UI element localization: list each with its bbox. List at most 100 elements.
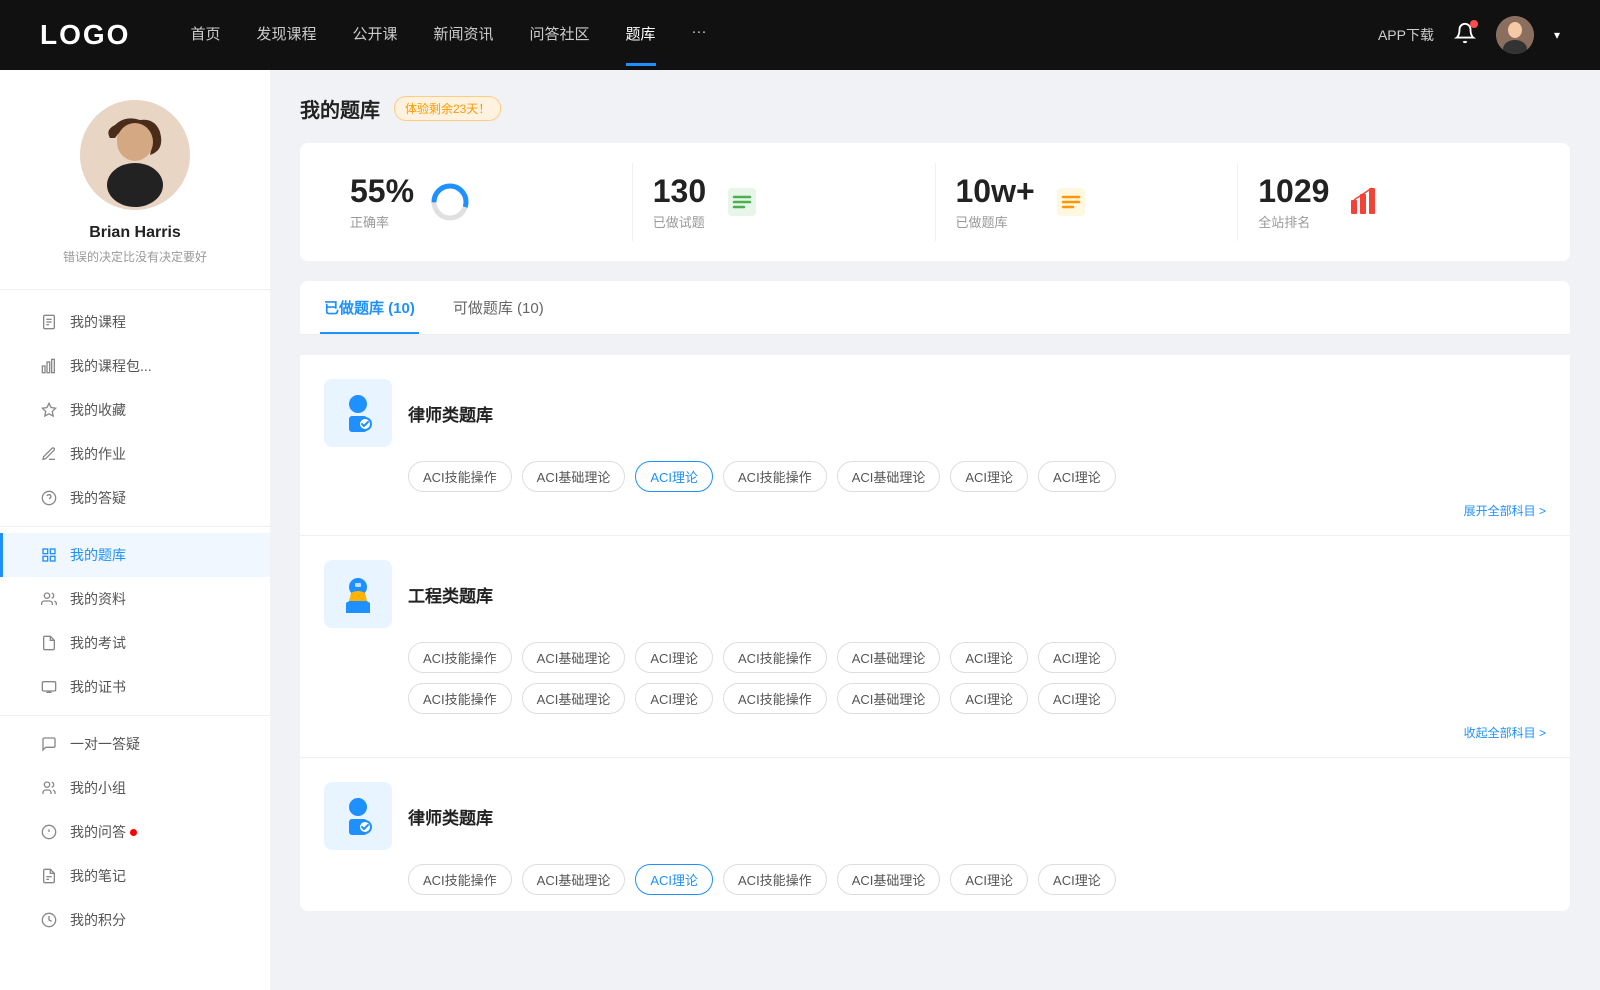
qbank-tag[interactable]: ACI技能操作 bbox=[408, 683, 512, 714]
bar-chart-icon bbox=[40, 357, 58, 375]
nav-opencourse[interactable]: 公开课 bbox=[352, 23, 397, 48]
list-orange-icon bbox=[1051, 182, 1091, 222]
certificate-icon bbox=[40, 678, 58, 696]
page-header: 我的题库 体验剩余23天！ bbox=[300, 94, 1570, 123]
sidebar-label: 我的课程包... bbox=[70, 356, 152, 376]
qbank-tag-active[interactable]: ACI理论 bbox=[635, 864, 713, 895]
sidebar-profile: Brian Harris 错误的决定比没有决定要好 bbox=[0, 100, 270, 290]
collapse-button-2[interactable]: 收起全部科目 > bbox=[1464, 724, 1546, 741]
sidebar-item-1on1[interactable]: 一对一答疑 bbox=[0, 722, 270, 766]
sidebar-item-profile[interactable]: 我的资料 bbox=[0, 577, 270, 621]
sidebar-label: 我的作业 bbox=[70, 444, 126, 464]
qbank-tags-2b: ACI技能操作 ACI基础理论 ACI理论 ACI技能操作 ACI基础理论 AC… bbox=[324, 683, 1546, 714]
qbank-tag[interactable]: ACI基础理论 bbox=[837, 642, 941, 673]
qbank-tag[interactable]: ACI技能操作 bbox=[408, 864, 512, 895]
sidebar-item-notes[interactable]: 我的笔记 bbox=[0, 854, 270, 898]
stat-done-banks: 10w+ 已做题库 bbox=[936, 163, 1239, 241]
stat-label-done-b: 已做题库 bbox=[956, 212, 1035, 231]
sidebar-item-qbank[interactable]: 我的题库 bbox=[0, 533, 270, 577]
user-avatar bbox=[80, 100, 190, 210]
qbank-tag[interactable]: ACI理论 bbox=[950, 864, 1028, 895]
qbank-tag[interactable]: ACI技能操作 bbox=[723, 642, 827, 673]
qbank-tag[interactable]: ACI基础理论 bbox=[522, 642, 626, 673]
qbank-footer-2: 收起全部科目 > bbox=[324, 724, 1546, 741]
star-icon bbox=[40, 401, 58, 419]
sidebar-label: 我的资料 bbox=[70, 589, 126, 609]
sidebar-label: 我的考试 bbox=[70, 633, 126, 653]
user-avatar-nav[interactable] bbox=[1496, 16, 1534, 54]
qbank-tag[interactable]: ACI技能操作 bbox=[723, 461, 827, 492]
sidebar-item-favorites[interactable]: 我的收藏 bbox=[0, 388, 270, 432]
qbank-tag[interactable]: ACI技能操作 bbox=[408, 642, 512, 673]
user-group-icon bbox=[40, 590, 58, 608]
qbank-tag[interactable]: ACI理论 bbox=[1038, 642, 1116, 673]
stat-label-accuracy: 正确率 bbox=[350, 212, 414, 231]
qbank-tag[interactable]: ACI基础理论 bbox=[837, 461, 941, 492]
qbank-tag[interactable]: ACI理论 bbox=[635, 642, 713, 673]
qbank-tag[interactable]: ACI技能操作 bbox=[723, 864, 827, 895]
nav-news[interactable]: 新闻资讯 bbox=[434, 23, 494, 48]
stat-done-questions: 130 已做试题 bbox=[633, 163, 936, 241]
sidebar-divider-2 bbox=[0, 715, 270, 716]
tab-available-banks[interactable]: 可做题库 (10) bbox=[449, 281, 548, 334]
nav-home[interactable]: 首页 bbox=[190, 23, 220, 48]
qbank-tag[interactable]: ACI理论 bbox=[1038, 461, 1116, 492]
page-title: 我的题库 bbox=[300, 94, 380, 123]
tab-done-banks[interactable]: 已做题库 (10) bbox=[320, 281, 419, 334]
question-circle-icon bbox=[40, 489, 58, 507]
qbank-tag[interactable]: ACI基础理论 bbox=[522, 461, 626, 492]
qa-badge-dot bbox=[130, 829, 137, 836]
sidebar-item-certificate[interactable]: 我的证书 bbox=[0, 665, 270, 709]
sidebar-item-course-package[interactable]: 我的课程包... bbox=[0, 344, 270, 388]
nav-qa[interactable]: 问答社区 bbox=[530, 23, 590, 48]
sidebar-label: 我的收藏 bbox=[70, 400, 126, 420]
sidebar-item-exam[interactable]: 我的考试 bbox=[0, 621, 270, 665]
sidebar-motto: 错误的决定比没有决定要好 bbox=[63, 248, 207, 265]
notification-icon[interactable] bbox=[1454, 22, 1476, 49]
nav-discover[interactable]: 发现课程 bbox=[256, 23, 316, 48]
qbank-tag-active[interactable]: ACI理论 bbox=[635, 461, 713, 492]
stat-label-rank: 全站排名 bbox=[1258, 212, 1329, 231]
note-icon bbox=[40, 867, 58, 885]
sidebar-item-group[interactable]: 我的小组 bbox=[0, 766, 270, 810]
qbank-tag[interactable]: ACI基础理论 bbox=[837, 864, 941, 895]
nav-qbank[interactable]: 题库 bbox=[626, 23, 656, 48]
qbank-card-1: 律师类题库 ACI技能操作 ACI基础理论 ACI理论 ACI技能操作 ACI基… bbox=[300, 355, 1570, 536]
chat-icon bbox=[40, 735, 58, 753]
stats-bar: 55% 正确率 130 已做试题 bbox=[300, 143, 1570, 261]
nav-more[interactable]: ··· bbox=[692, 23, 707, 48]
list-green-icon bbox=[722, 182, 762, 222]
points-icon bbox=[40, 911, 58, 929]
qbank-icon-engineer bbox=[324, 560, 392, 628]
navbar: LOGO 首页 发现课程 公开课 新闻资讯 问答社区 题库 ··· APP下载 … bbox=[0, 0, 1600, 70]
qbank-tag[interactable]: ACI理论 bbox=[1038, 683, 1116, 714]
qbank-card-3: 律师类题库 ACI技能操作 ACI基础理论 ACI理论 ACI技能操作 ACI基… bbox=[300, 758, 1570, 911]
qbank-tag[interactable]: ACI理论 bbox=[950, 461, 1028, 492]
qbank-tag[interactable]: ACI基础理论 bbox=[522, 864, 626, 895]
tabs-container: 已做题库 (10) 可做题库 (10) bbox=[300, 281, 1570, 335]
stat-value-accuracy: 55% bbox=[350, 173, 414, 210]
qbank-tags-1: ACI技能操作 ACI基础理论 ACI理论 ACI技能操作 ACI基础理论 AC… bbox=[324, 461, 1546, 492]
qbank-icon-lawyer-3 bbox=[324, 782, 392, 850]
user-menu-chevron[interactable]: ▾ bbox=[1554, 28, 1560, 42]
logo[interactable]: LOGO bbox=[40, 19, 130, 51]
sidebar-label: 我的小组 bbox=[70, 778, 126, 798]
qbank-tag[interactable]: ACI技能操作 bbox=[723, 683, 827, 714]
sidebar-label: 我的问答 bbox=[70, 822, 126, 842]
sidebar-item-homework[interactable]: 我的作业 bbox=[0, 432, 270, 476]
sidebar-item-courses[interactable]: 我的课程 bbox=[0, 300, 270, 344]
app-download-button[interactable]: APP下载 bbox=[1378, 25, 1434, 45]
sidebar-menu: 我的课程 我的课程包... 我的收藏 我的作业 bbox=[0, 300, 270, 942]
qbank-tag[interactable]: ACI基础理论 bbox=[837, 683, 941, 714]
sidebar-label: 我的课程 bbox=[70, 312, 126, 332]
qbank-tag[interactable]: ACI理论 bbox=[1038, 864, 1116, 895]
qbank-tag[interactable]: ACI理论 bbox=[635, 683, 713, 714]
qbank-tag[interactable]: ACI理论 bbox=[950, 642, 1028, 673]
qbank-tag[interactable]: ACI技能操作 bbox=[408, 461, 512, 492]
qbank-tag[interactable]: ACI基础理论 bbox=[522, 683, 626, 714]
expand-button-1[interactable]: 展开全部科目 > bbox=[1464, 502, 1546, 519]
sidebar-item-myqa[interactable]: 我的问答 bbox=[0, 810, 270, 854]
sidebar-item-questions[interactable]: 我的答疑 bbox=[0, 476, 270, 520]
qbank-tag[interactable]: ACI理论 bbox=[950, 683, 1028, 714]
sidebar-item-points[interactable]: 我的积分 bbox=[0, 898, 270, 942]
